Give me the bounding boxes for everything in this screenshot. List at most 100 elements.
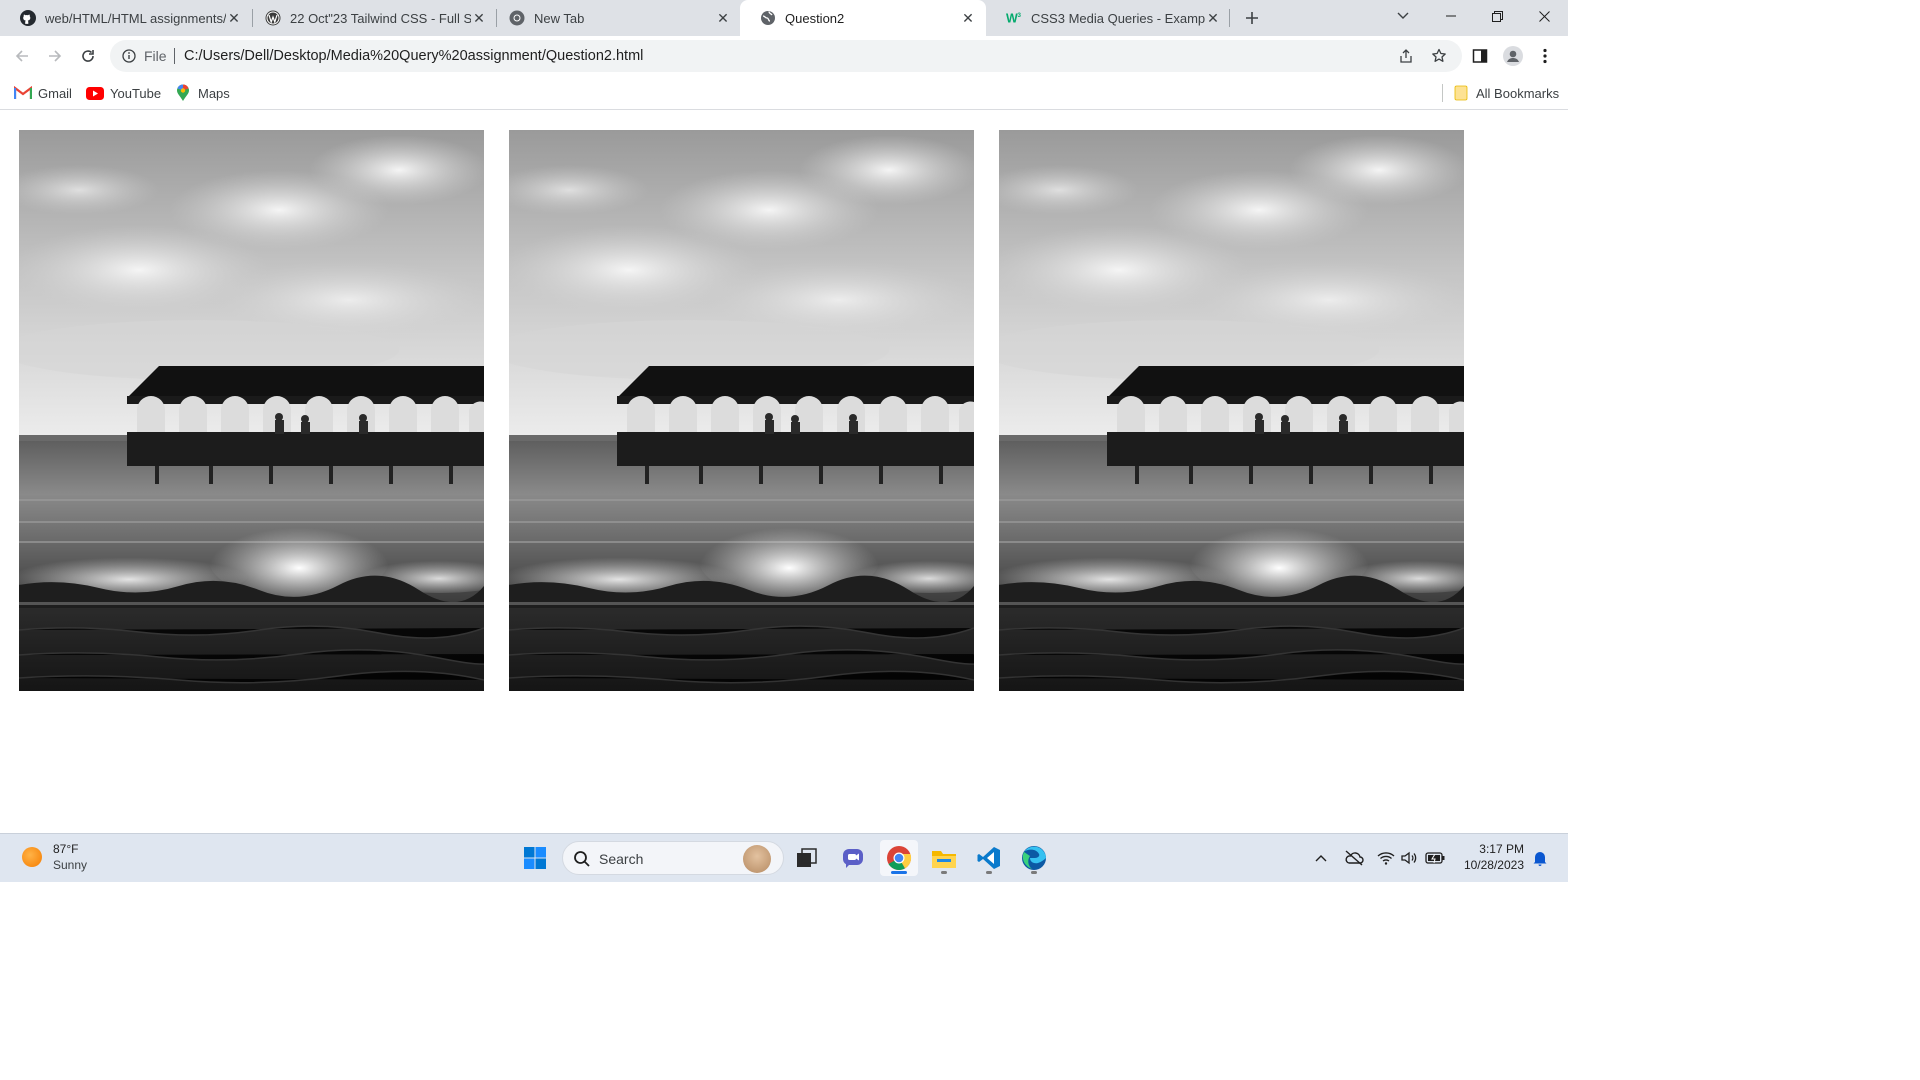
close-icon[interactable]: ✕ [226,10,242,26]
svg-text:3: 3 [1018,12,1022,19]
task-view-icon [797,848,817,867]
edge-button[interactable] [1015,840,1053,876]
bookmark-label: Maps [198,85,230,101]
clock-time[interactable]: 3:17 PM [1479,842,1524,856]
share-icon[interactable] [1396,46,1416,66]
youtube-icon [86,85,104,101]
w3schools-icon: W3 [1006,10,1022,26]
more-vert-icon [1543,48,1547,64]
restore-icon [1491,10,1503,22]
running-indicator [986,871,992,874]
close-icon [1538,10,1550,22]
task-view-button[interactable] [788,840,826,876]
arrow-right-icon [49,50,62,62]
new-tab-button[interactable] [1238,4,1266,32]
scheme-label: File [144,48,167,64]
pier-photo-2 [509,130,974,691]
bookmarks-bar: Gmail YouTube Maps All Bookmarks [0,76,1568,110]
wifi-icon [1377,852,1395,865]
close-icon[interactable]: ✕ [960,10,976,26]
reload-button[interactable] [74,42,102,70]
svg-text:W: W [1006,11,1018,25]
file-explorer-icon [932,851,956,868]
side-panel-button[interactable] [1466,42,1494,70]
forward-button[interactable] [41,42,69,70]
all-bookmarks-label: All Bookmarks [1476,85,1560,101]
tab-separator [1229,9,1230,27]
cloud-off-icon [1345,850,1364,866]
pier-photo-3 [999,130,1464,691]
running-indicator [941,871,947,874]
back-button[interactable] [8,42,36,70]
arrow-left-icon [15,50,28,62]
search-highlight-image [743,845,771,873]
taskbar-search[interactable]: Search [562,841,784,875]
maps-icon [174,84,192,101]
info-icon[interactable] [122,49,136,63]
tab-css3-media-queries[interactable]: W3 CSS3 Media Queries - Examples ✕ [986,0,1231,36]
pier-photo-1 [19,130,484,691]
folder-icon [1452,85,1470,101]
battery-tray[interactable] [1425,848,1445,868]
chrome-icon [509,10,525,26]
start-button[interactable] [516,840,554,876]
all-bookmarks-button[interactable]: All Bookmarks [1452,82,1559,104]
tab-title: web/HTML/HTML assignments/ [45,10,226,26]
vscode-button[interactable] [970,840,1008,876]
chevron-down-icon [1397,12,1409,19]
bookmark-maps[interactable]: Maps [174,82,230,104]
tab-title: New Tab [534,10,585,26]
close-icon[interactable]: ✕ [471,10,487,26]
reload-icon [82,50,94,62]
file-explorer-button[interactable] [925,840,963,876]
windows-taskbar: 87°F Sunny Search 3:17 PM 10/28/2023 [0,833,1568,882]
browser-toolbar: File C:/Users/Dell/Desktop/Media%20Query… [0,36,1568,76]
bookmark-youtube[interactable]: YouTube [86,82,161,104]
onedrive-tray[interactable] [1344,848,1364,868]
profile-button[interactable] [1499,42,1527,70]
url-text[interactable]: C:/Users/Dell/Desktop/Media%20Query%20as… [184,48,643,64]
teams-chat-button[interactable] [834,840,872,876]
gmail-icon [14,85,32,101]
vscode-icon [977,847,1000,869]
chrome-taskbar-button[interactable] [880,840,918,876]
tab-github[interactable]: web/HTML/HTML assignments/ ✕ [0,0,252,36]
search-icon [574,851,590,867]
chrome-icon [887,846,912,871]
address-bar[interactable]: File C:/Users/Dell/Desktop/Media%20Query… [110,40,1462,72]
minimize-button[interactable] [1428,0,1474,32]
close-icon[interactable]: ✕ [715,10,731,26]
notifications-button[interactable] [1530,848,1550,868]
tab-tailwind[interactable]: 22 Oct"23 Tailwind CSS - Full Sta ✕ [245,0,497,36]
restore-button[interactable] [1474,0,1520,32]
star-icon[interactable] [1429,46,1449,66]
close-icon[interactable]: ✕ [1205,10,1221,26]
bookmarks-divider [1442,84,1443,102]
tab-title: Question2 [785,10,845,26]
edge-icon [1022,846,1046,870]
github-icon [20,10,36,26]
active-indicator [891,871,907,874]
volume-tray[interactable] [1400,848,1420,868]
tab-search-button[interactable] [1380,0,1426,32]
show-hidden-icons-button[interactable] [1311,848,1331,868]
clock-date[interactable]: 10/28/2023 [1464,858,1524,872]
tab-title: CSS3 Media Queries - Examples [1031,10,1205,26]
menu-button[interactable] [1531,42,1559,70]
windows-start-icon [524,847,546,869]
running-indicator [1031,871,1037,874]
tab-title: 22 Oct"23 Tailwind CSS - Full Sta [290,10,471,26]
weather-condition[interactable]: Sunny [53,858,87,872]
tab-question2[interactable]: Question2 ✕ [740,0,986,36]
wordpress-icon [265,10,281,26]
globe-icon [760,10,776,26]
minimize-icon [1446,15,1456,17]
weather-temperature[interactable]: 87°F [53,842,78,856]
scheme-divider [174,48,175,64]
battery-charging-icon [1425,852,1445,864]
close-window-button[interactable] [1521,0,1567,32]
bookmark-gmail[interactable]: Gmail [14,82,72,104]
tab-new-tab[interactable]: New Tab ✕ [489,0,741,36]
sun-icon[interactable] [22,847,42,867]
wifi-tray[interactable] [1376,848,1396,868]
